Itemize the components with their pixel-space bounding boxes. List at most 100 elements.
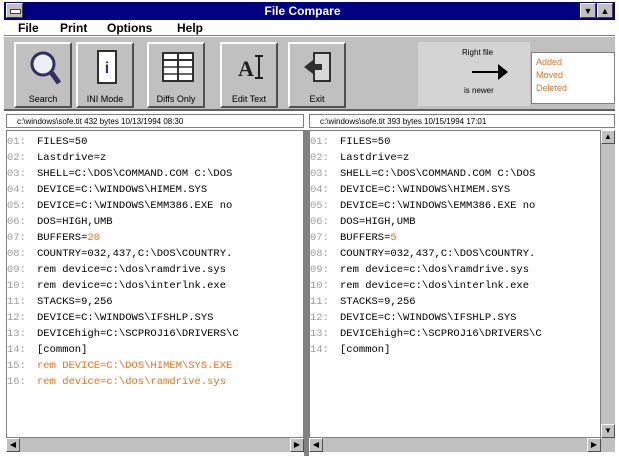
text-line: 11: STACKS=9,256	[7, 295, 113, 310]
text-line: 14: [common]	[7, 343, 87, 358]
line-text: FILES=50	[340, 136, 391, 148]
text-line: 13: DEVICEhigh=C:\SCPROJ16\DRIVERS\C	[310, 327, 542, 342]
line-text: [common]	[340, 344, 391, 356]
line-number: 01:	[310, 136, 329, 148]
line-text: COUNTRY=032,437,C:\DOS\COUNTRY.	[340, 248, 536, 260]
line-text: Lastdrive=z	[340, 152, 410, 164]
line-number: 11:	[310, 296, 329, 308]
table-grid-icon	[162, 52, 194, 82]
line-text: STACKS=9,256	[37, 296, 113, 308]
line-text: rem device=c:\dos\ramdrive.sys	[340, 264, 530, 276]
right-scroll-right-button[interactable]: ▶	[587, 438, 601, 452]
right-vertical-scrollbar[interactable]	[601, 130, 615, 438]
search-button[interactable]: Search	[14, 42, 72, 108]
text-line: 03: SHELL=C:\DOS\COMMAND.COM C:\DOS	[7, 167, 232, 182]
menu-print[interactable]: Print	[60, 21, 87, 35]
line-number: 14:	[310, 344, 329, 356]
legend: Added Moved Deleted	[531, 52, 615, 104]
line-text: STACKS=9,256	[340, 296, 416, 308]
maximize-button[interactable]: ▲	[597, 3, 613, 18]
line-text: DOS=HIGH,UMB	[37, 216, 113, 228]
line-text: DEVICEhigh=C:\SCPROJ16\DRIVERS\C	[340, 328, 542, 340]
line-number: 08:	[310, 248, 329, 260]
legend-added: Added	[536, 57, 563, 67]
edit-text-button[interactable]: A Edit Text	[220, 42, 278, 108]
line-number: 10:	[310, 280, 329, 292]
diffs-only-button-label: Diffs Only	[156, 94, 196, 104]
right-text-pane[interactable]: 01: FILES=50 02: Lastdrive=z 03: SHELL=C:\DOS…	[309, 130, 601, 438]
size-grip	[601, 438, 615, 452]
text-line: 11: STACKS=9,256	[310, 295, 416, 310]
line-number: 01:	[7, 136, 26, 148]
right-horizontal-scrollbar[interactable]	[309, 438, 601, 452]
text-line: 01: FILES=50	[7, 135, 87, 150]
legend-deleted: Deleted	[536, 83, 568, 93]
line-text: BUFFERS=	[37, 232, 88, 244]
text-line: 06: DOS=HIGH,UMB	[7, 215, 113, 230]
text-line: 10: rem device=c:\dos\interlnk.exe	[310, 279, 529, 294]
menu-options[interactable]: Options	[107, 21, 152, 35]
text-line: 09: rem device=c:\dos\ramdrive.sys	[310, 263, 529, 278]
window-title: File Compare	[264, 4, 341, 18]
arrow-right-icon	[472, 64, 508, 80]
diffs-only-button[interactable]: Diffs Only	[147, 42, 205, 108]
svg-text:i: i	[105, 60, 109, 77]
text-line: 10: rem device=c:\dos\interlnk.exe	[7, 279, 226, 294]
menu-bar	[4, 20, 615, 36]
scroll-down-button[interactable]: ▼	[601, 424, 615, 438]
direction-top-text: Right file	[462, 48, 494, 57]
line-text: Lastdrive=z	[37, 152, 107, 164]
line-text: rem device=c:\dos\ramdrive.sys	[37, 264, 227, 276]
left-text-pane[interactable]: 01: FILES=50 02: Lastdrive=z 03: SHELL=C:\DOS…	[6, 130, 304, 438]
text-line: 13: DEVICEhigh=C:\SCPROJ16\DRIVERS\C	[7, 327, 239, 342]
line-number: 09:	[310, 264, 329, 276]
line-number: 15:	[7, 360, 26, 372]
svg-text:A: A	[238, 56, 254, 81]
ini-mode-button[interactable]: i INI Mode	[76, 42, 134, 108]
line-text: DEVICE=C:\WINDOWS\EMM386.EXE no	[340, 200, 536, 212]
text-line: 06: DOS=HIGH,UMB	[310, 215, 416, 230]
exit-button[interactable]: Exit	[288, 42, 346, 108]
text-line: 04: DEVICE=C:\WINDOWS\HIMEM.SYS	[310, 183, 510, 198]
line-text: rem device=c:\dos\ramdrive.sys	[37, 376, 227, 388]
line-number: 10:	[7, 280, 26, 292]
scroll-up-button[interactable]: ▲	[601, 130, 615, 144]
line-number: 16:	[7, 376, 26, 388]
minimize-button[interactable]: ▼	[580, 3, 596, 18]
line-number: 13:	[7, 328, 26, 340]
text-line: 03: SHELL=C:\DOS\COMMAND.COM C:\DOS	[310, 167, 535, 182]
left-scroll-left-button[interactable]: ◀	[6, 438, 20, 452]
left-file-info: c:\windows\sofe.tit 432 bytes 10/13/1994…	[6, 114, 304, 128]
line-number: 12:	[310, 312, 329, 324]
text-line: 08: COUNTRY=032,437,C:\DOS\COUNTRY.	[310, 247, 535, 262]
edit-text-icon: A	[238, 55, 263, 81]
text-line: 04: DEVICE=C:\WINDOWS\HIMEM.SYS	[7, 183, 207, 198]
line-number: 02:	[310, 152, 329, 164]
menu-file[interactable]: File	[18, 21, 39, 35]
menu-help[interactable]: Help	[177, 21, 203, 35]
line-number: 07:	[7, 232, 26, 244]
line-text: DEVICEhigh=C:\SCPROJ16\DRIVERS\C	[37, 328, 239, 340]
changed-value: 5	[390, 232, 397, 244]
line-text: SHELL=C:\DOS\COMMAND.COM C:\DOS	[37, 168, 233, 180]
search-button-label: Search	[28, 94, 58, 104]
left-scroll-right-button[interactable]: ▶	[290, 438, 304, 452]
line-number: 05:	[310, 200, 329, 212]
line-text: DEVICE=C:\WINDOWS\HIMEM.SYS	[37, 184, 208, 196]
text-line: 08: COUNTRY=032,437,C:\DOS\COUNTRY.	[7, 247, 232, 262]
text-line: 12: DEVICE=C:\WINDOWS\IFSHLP.SYS	[310, 311, 516, 326]
left-horizontal-scrollbar[interactable]	[6, 438, 304, 452]
line-text: DEVICE=C:\WINDOWS\IFSHLP.SYS	[37, 312, 214, 324]
system-menu-icon[interactable]	[6, 3, 23, 18]
right-file-info: c:\windows\sofe.tit 393 bytes 10/15/1994…	[309, 114, 615, 128]
line-number: 05:	[7, 200, 26, 212]
line-text: rem device=c:\dos\interlnk.exe	[340, 280, 530, 292]
text-line: 15: rem DEVICE=C:\DOS\HIMEM\SYS.EXE	[7, 359, 232, 374]
line-text: DEVICE=C:\WINDOWS\HIMEM.SYS	[340, 184, 511, 196]
direction-bottom-text: is newer	[464, 86, 494, 95]
line-number: 12:	[7, 312, 26, 324]
line-text: SHELL=C:\DOS\COMMAND.COM C:\DOS	[340, 168, 536, 180]
line-text: BUFFERS=	[340, 232, 391, 244]
line-number: 14:	[7, 344, 26, 356]
right-scroll-left-button[interactable]: ◀	[309, 438, 323, 452]
